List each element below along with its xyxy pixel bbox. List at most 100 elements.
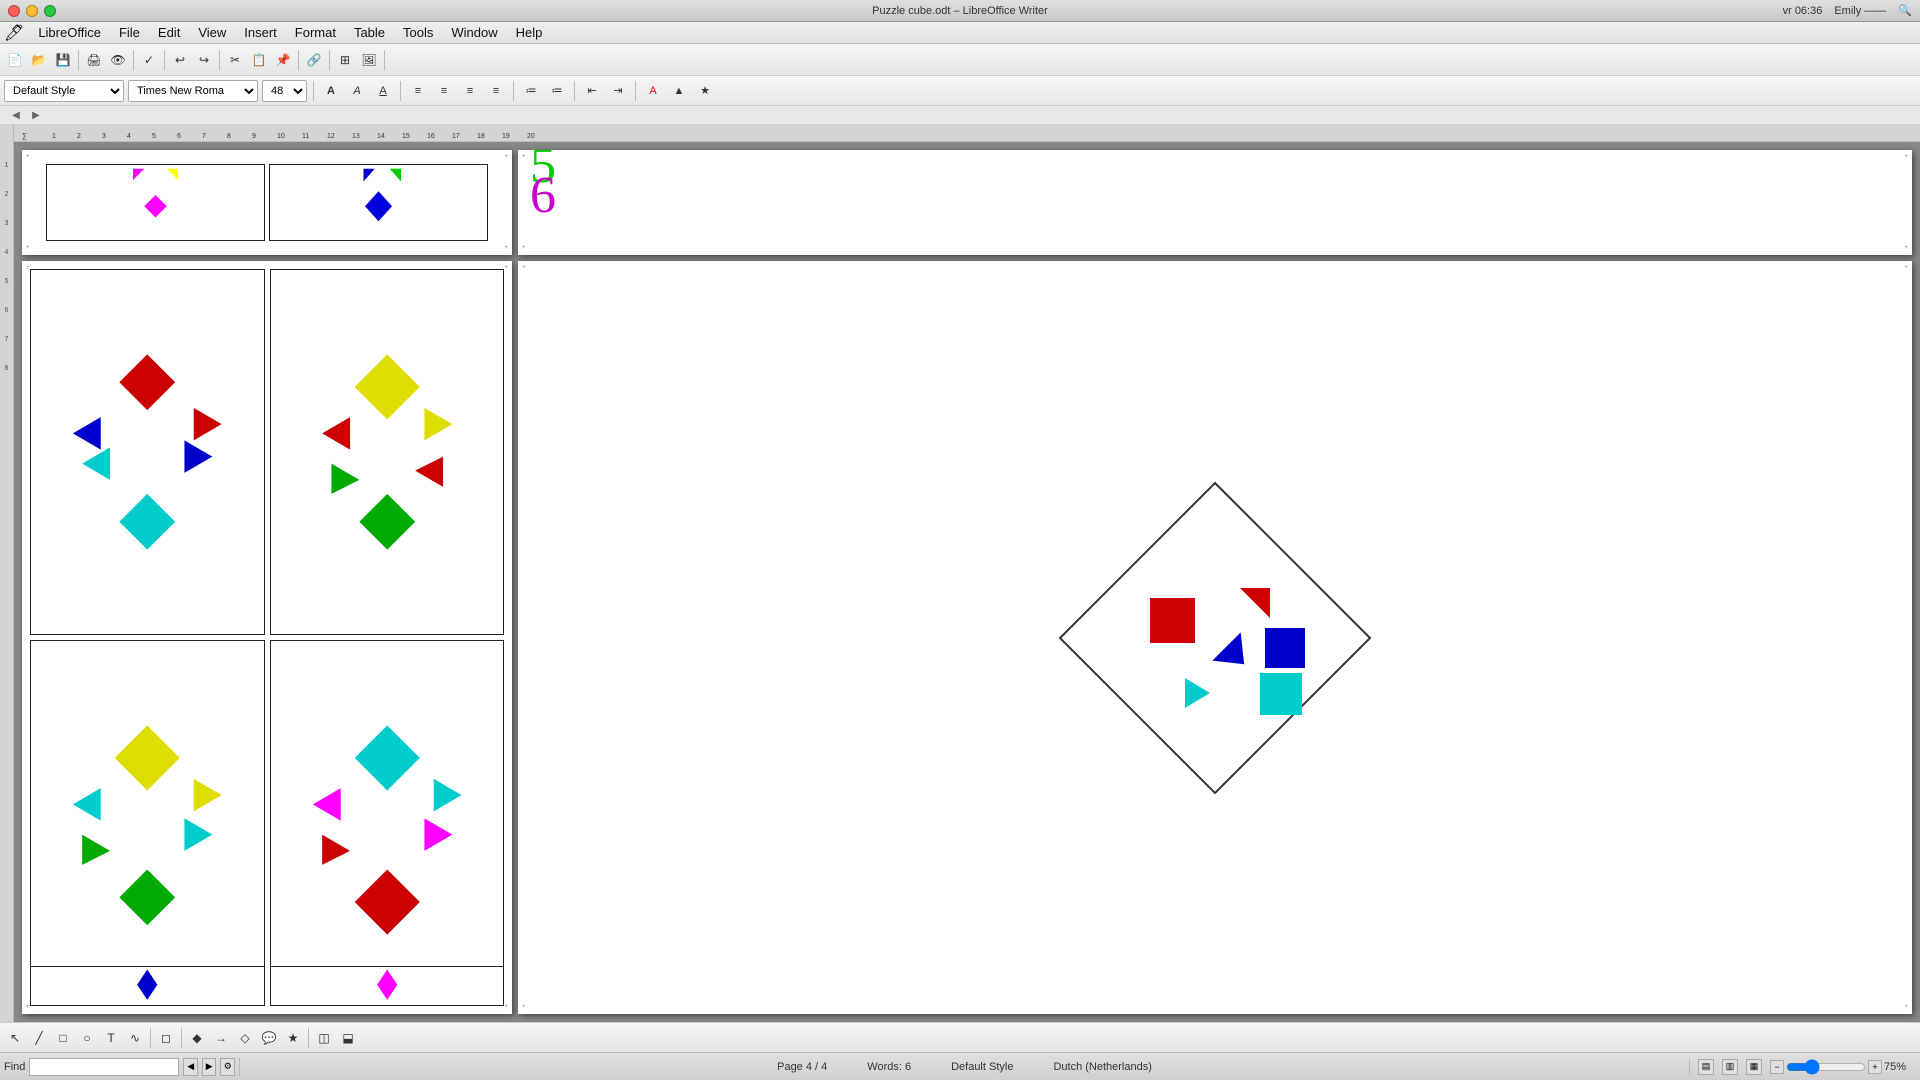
ruler-mark-9: 9 [252,133,277,141]
draw-ellipse-btn[interactable]: ○ [76,1027,98,1049]
draw-shadow-btn[interactable]: ◫ [313,1027,335,1049]
draw-select-btn[interactable]: ↖ [4,1027,26,1049]
zoom-in-btn[interactable]: + [1868,1060,1882,1074]
underline-btn[interactable]: A [372,80,394,102]
table-btn[interactable]: ⊞ [334,49,356,71]
menu-view[interactable]: View [190,23,234,42]
image-btn[interactable]: 🖼 [358,49,380,71]
draw-callout-btn[interactable]: 💬 [258,1027,280,1049]
align-right-btn[interactable]: ≡ [459,80,481,102]
puzzle-grid [30,269,504,1006]
save-btn[interactable]: 💾 [52,49,74,71]
sep3 [164,50,165,70]
menu-table[interactable]: Table [346,23,393,42]
draw-sep1 [150,1028,151,1048]
minimize-button[interactable] [26,5,38,17]
maximize-button[interactable] [44,5,56,17]
spellcheck-btn[interactable]: ✓ [138,49,160,71]
puzzle-card-1 [46,164,265,241]
draw-shapes-btn[interactable]: ◆ [186,1027,208,1049]
style-dropdown[interactable]: Default Style [4,80,124,102]
corner-br-rm: + [1904,1004,1908,1010]
draw-toolbar: ↖ ╱ □ ○ T ∿ ◻ ◆ → ◇ 💬 ★ ◫ ⬓ [0,1022,1920,1052]
draw-rect-btn[interactable]: □ [52,1027,74,1049]
align-center-btn[interactable]: ≡ [433,80,455,102]
menu-edit[interactable]: Edit [150,23,188,42]
align-justify-btn[interactable]: ≡ [485,80,507,102]
window-controls[interactable] [8,5,56,17]
font-color-btn[interactable]: A [642,80,664,102]
indent-increase-btn[interactable]: ⇥ [607,80,629,102]
hyperlink-btn[interactable]: 🔗 [303,49,325,71]
new-btn[interactable]: 📄 [4,49,26,71]
corner-tr-main: + [504,265,508,271]
char-bg-btn[interactable]: ★ [694,80,716,102]
fmt-sep2 [400,81,401,101]
close-button[interactable] [8,5,20,17]
puzzle-card-4 [270,269,505,635]
zoom-out-btn[interactable]: − [1770,1060,1784,1074]
menu-file[interactable]: File [111,23,148,42]
nav-forward[interactable]: ▶ [28,107,44,123]
ruler-mark-16: 16 [427,133,452,141]
draw-curve-btn[interactable]: ∿ [124,1027,146,1049]
draw-line-btn[interactable]: ╱ [28,1027,50,1049]
list-unordered-btn[interactable]: ≔ [520,80,542,102]
ruler-mark-14: 14 [377,133,402,141]
zoom-slider[interactable] [1786,1061,1866,1073]
corner-br-main: + [504,1004,508,1010]
find-label: Find [4,1061,25,1073]
nav-back[interactable]: ◀ [8,107,24,123]
print-btn[interactable]: 🖨 [83,49,105,71]
find-next-btn[interactable]: ▶ [202,1058,217,1076]
cut-btn[interactable]: ✂ [224,49,246,71]
redo-btn[interactable]: ↪ [193,49,215,71]
find-options-btn[interactable]: ⚙ [220,1058,235,1076]
find-prev-btn[interactable]: ◀ [183,1058,198,1076]
page-main: + + + + [22,261,512,1014]
sep5 [298,50,299,70]
draw-3d-btn[interactable]: ◻ [155,1027,177,1049]
menu-tools[interactable]: Tools [395,23,441,42]
draw-arrows-btn[interactable]: → [210,1027,232,1049]
paste-btn[interactable]: 📌 [272,49,294,71]
copy-btn[interactable]: 📋 [248,49,270,71]
fmt-sep1 [313,81,314,101]
draw-flowchart-btn[interactable]: ◇ [234,1027,256,1049]
status-mid: Page 4 / 4 Words: 6 Default Style Dutch … [240,1061,1689,1073]
view-mode-3[interactable]: ▦ [1746,1059,1762,1075]
ruler-mark-3: 3 [102,133,127,141]
bold-btn[interactable]: A [320,80,342,102]
puzzle-solution-svg [1045,468,1385,808]
main-area: 1 2 3 4 5 6 7 8 ∑ 1 2 3 4 5 6 7 8 9 [0,124,1920,1022]
sep1 [78,50,79,70]
find-input[interactable] [29,1058,179,1076]
menu-help[interactable]: Help [508,23,551,42]
list-ordered-btn[interactable]: ≔ [546,80,568,102]
draw-stars-btn[interactable]: ★ [282,1027,304,1049]
open-btn[interactable]: 📂 [28,49,50,71]
indent-decrease-btn[interactable]: ⇤ [581,80,603,102]
draw-extrude-btn[interactable]: ⬓ [337,1027,359,1049]
corner-bl-main: + [26,1004,30,1010]
zoom-level: 75% [1884,1061,1912,1073]
draw-text-btn[interactable]: T [100,1027,122,1049]
search-icon[interactable]: 🔍 [1898,4,1912,17]
ruler-mark-4: 4 [127,133,152,141]
menu-libreoffice[interactable]: LibreOffice [30,23,109,42]
font-dropdown[interactable]: Times New Roma [128,80,258,102]
view-mode-2[interactable]: ▥ [1722,1059,1738,1075]
align-left-btn[interactable]: ≡ [407,80,429,102]
view-mode-1[interactable]: ▤ [1698,1059,1714,1075]
zoom-slider-container: − + 75% [1770,1060,1912,1074]
undo-btn[interactable]: ↩ [169,49,191,71]
italic-btn[interactable]: A [346,80,368,102]
menu-insert[interactable]: Insert [236,23,285,42]
menu-format[interactable]: Format [287,23,344,42]
corner-tl: + [26,154,30,160]
size-dropdown[interactable]: 48 [262,80,307,102]
preview-btn[interactable]: 👁 [107,49,129,71]
highlight-btn[interactable]: ▲ [668,80,690,102]
fmt-sep3 [513,81,514,101]
menu-window[interactable]: Window [443,23,505,42]
